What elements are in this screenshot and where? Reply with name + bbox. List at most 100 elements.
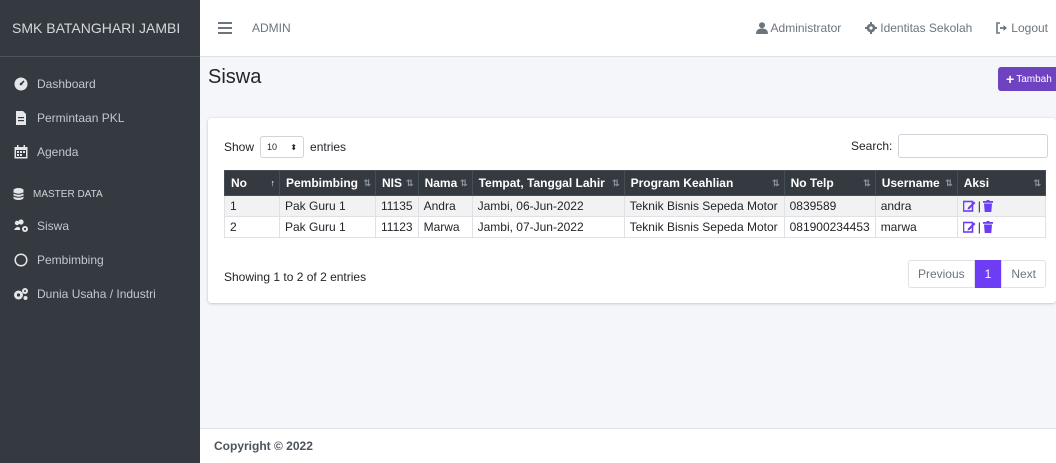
plus-icon: + — [1006, 71, 1015, 87]
sidebar-item-label: Dashboard — [37, 77, 96, 91]
page-button-1[interactable]: 1 — [974, 260, 1002, 288]
school-identity-link[interactable]: Identitas Sekolah — [865, 21, 972, 35]
sidebar-item-dunia-usaha[interactable]: Dunia Usaha / Industri — [0, 277, 200, 311]
trash-icon[interactable] — [982, 200, 993, 212]
cell-program: Teknik Bisnis Sepeda Motor — [623, 216, 785, 238]
cogs-icon — [13, 286, 29, 302]
add-button[interactable]: + Tambah — [998, 67, 1056, 91]
sort-icon: ⇅ — [460, 178, 468, 188]
sort-icon: ⇅ — [612, 178, 620, 188]
cell-pembimbing: Pak Guru 1 — [279, 216, 376, 238]
sidebar-section-header: MASTER DATA — [0, 179, 200, 209]
search-control: Search: — [851, 134, 1049, 158]
next-page-button[interactable]: Next — [1001, 260, 1046, 288]
nav-admin-link[interactable]: ADMIN — [252, 21, 291, 35]
column-header-username[interactable]: Username ⇅ — [874, 170, 958, 196]
edit-icon[interactable] — [962, 200, 976, 212]
trash-icon[interactable] — [982, 221, 993, 233]
copyright-text: Copyright © 2022 — [214, 439, 313, 453]
circle-icon — [13, 252, 29, 268]
table-header-row: No ↑ Pembimbing ⇅ NIS ⇅ Nama ⇅ Tempat, Tangg… — [224, 170, 1047, 196]
sidebar: SMK BATANGHARI JAMBI Dashboard Permintaa… — [0, 0, 200, 463]
sidebar-item-label: Dunia Usaha / Industri — [37, 287, 156, 301]
column-header-aksi[interactable]: Aksi ⇅ — [956, 170, 1047, 196]
sort-icon: ⇅ — [772, 178, 780, 188]
tachometer-icon — [13, 76, 29, 92]
previous-page-button[interactable]: Previous — [907, 260, 975, 288]
sort-asc-icon: ↑ — [270, 178, 276, 188]
cell-telp: 081900234453 — [783, 216, 876, 238]
entries-label: entries — [310, 140, 347, 154]
sort-icon: ⇅ — [406, 178, 414, 188]
table-info: Showing 1 to 2 of 2 entries — [224, 270, 367, 284]
column-header-telp[interactable]: No Telp ⇅ — [783, 170, 876, 196]
cell-nama: Marwa — [417, 216, 473, 238]
hamburger-menu-icon[interactable] — [218, 22, 232, 34]
search-input[interactable] — [898, 134, 1049, 158]
section-header-label: MASTER DATA — [33, 188, 103, 200]
data-card: Show 10 ⬍ entries Search: No ↑ Pembimbing… — [208, 118, 1056, 303]
cell-no: 2 — [224, 216, 280, 238]
pagination: Previous 1 Next — [907, 260, 1046, 288]
sidebar-item-agenda[interactable]: Agenda — [0, 135, 200, 169]
user-icon — [755, 22, 768, 34]
column-header-program[interactable]: Program Keahlian ⇅ — [623, 170, 785, 196]
edit-icon[interactable] — [962, 221, 976, 233]
add-button-label: Tambah — [1016, 73, 1052, 85]
calendar-icon — [13, 144, 29, 160]
search-label: Search: — [851, 139, 893, 153]
user-menu[interactable]: Administrator — [755, 21, 841, 35]
entries-select[interactable]: 10 ⬍ — [260, 136, 305, 158]
cell-ttl: Jambi, 06-Jun-2022 — [471, 195, 625, 217]
cell-nis: 11123 — [375, 216, 419, 238]
navbar-right: Administrator Identitas Sekolah Logout — [755, 0, 1056, 57]
entries-select-value: 10 — [267, 142, 278, 152]
users-cog-icon — [13, 218, 29, 234]
logout-link[interactable]: Logout — [996, 21, 1048, 35]
cell-aksi: | — [956, 195, 1047, 217]
column-header-no[interactable]: No ↑ — [224, 170, 280, 196]
sidebar-item-label: Pembimbing — [37, 253, 104, 267]
cell-telp: 0839589 — [783, 195, 876, 217]
gear-icon — [865, 22, 878, 34]
column-header-pembimbing[interactable]: Pembimbing ⇅ — [279, 170, 376, 196]
sort-icon: ⇅ — [863, 178, 871, 188]
column-header-nama[interactable]: Nama ⇅ — [417, 170, 473, 196]
select-arrows-icon: ⬍ — [290, 142, 298, 152]
table-row: 2 Pak Guru 1 11123 Marwa Jambi, 07-Jun-2… — [224, 216, 1047, 238]
cell-nama: Andra — [417, 195, 473, 217]
page-title: Siswa — [208, 66, 262, 88]
siswa-table: No ↑ Pembimbing ⇅ NIS ⇅ Nama ⇅ Tempat, Tangg… — [224, 170, 1047, 238]
database-icon — [13, 188, 27, 200]
column-header-ttl[interactable]: Tempat, Tanggal Lahir ⇅ — [471, 170, 625, 196]
sidebar-item-dashboard[interactable]: Dashboard — [0, 67, 200, 101]
sidebar-item-pembimbing[interactable]: Pembimbing — [0, 243, 200, 277]
sort-icon: ⇅ — [945, 178, 953, 188]
sidebar-item-label: Agenda — [37, 145, 79, 159]
cell-username: marwa — [874, 216, 958, 238]
sidebar-item-label: Siswa — [37, 219, 70, 233]
show-label: Show — [224, 140, 255, 154]
file-icon — [13, 110, 29, 126]
sign-out-icon — [996, 22, 1008, 34]
table-row: 1 Pak Guru 1 11135 Andra Jambi, 06-Jun-2… — [224, 195, 1047, 217]
cell-no: 1 — [224, 195, 280, 217]
sidebar-item-siswa[interactable]: Siswa — [0, 209, 200, 243]
cell-ttl: Jambi, 07-Jun-2022 — [471, 216, 625, 238]
cell-nis: 11135 — [375, 195, 419, 217]
sort-icon: ⇅ — [1033, 178, 1041, 188]
column-header-nis[interactable]: NIS ⇅ — [375, 170, 419, 196]
school-identity-label: Identitas Sekolah — [880, 21, 973, 35]
cell-pembimbing: Pak Guru 1 — [279, 195, 376, 217]
cell-program: Teknik Bisnis Sepeda Motor — [623, 195, 785, 217]
entries-length-control: Show 10 ⬍ entries — [224, 136, 346, 158]
cell-username: andra — [874, 195, 958, 217]
sidebar-nav: Dashboard Permintaan PKL Agenda MASTER D… — [0, 57, 200, 311]
footer: Copyright © 2022 — [200, 428, 1056, 463]
brand-link[interactable]: SMK BATANGHARI JAMBI — [0, 0, 200, 57]
top-navbar: ADMIN Administrator Identitas Sekolah Lo… — [200, 0, 1056, 57]
sidebar-item-permintaan-pkl[interactable]: Permintaan PKL — [0, 101, 200, 135]
sort-icon: ⇅ — [363, 178, 371, 188]
action-separator: | — [977, 220, 981, 234]
action-separator: | — [977, 199, 981, 213]
